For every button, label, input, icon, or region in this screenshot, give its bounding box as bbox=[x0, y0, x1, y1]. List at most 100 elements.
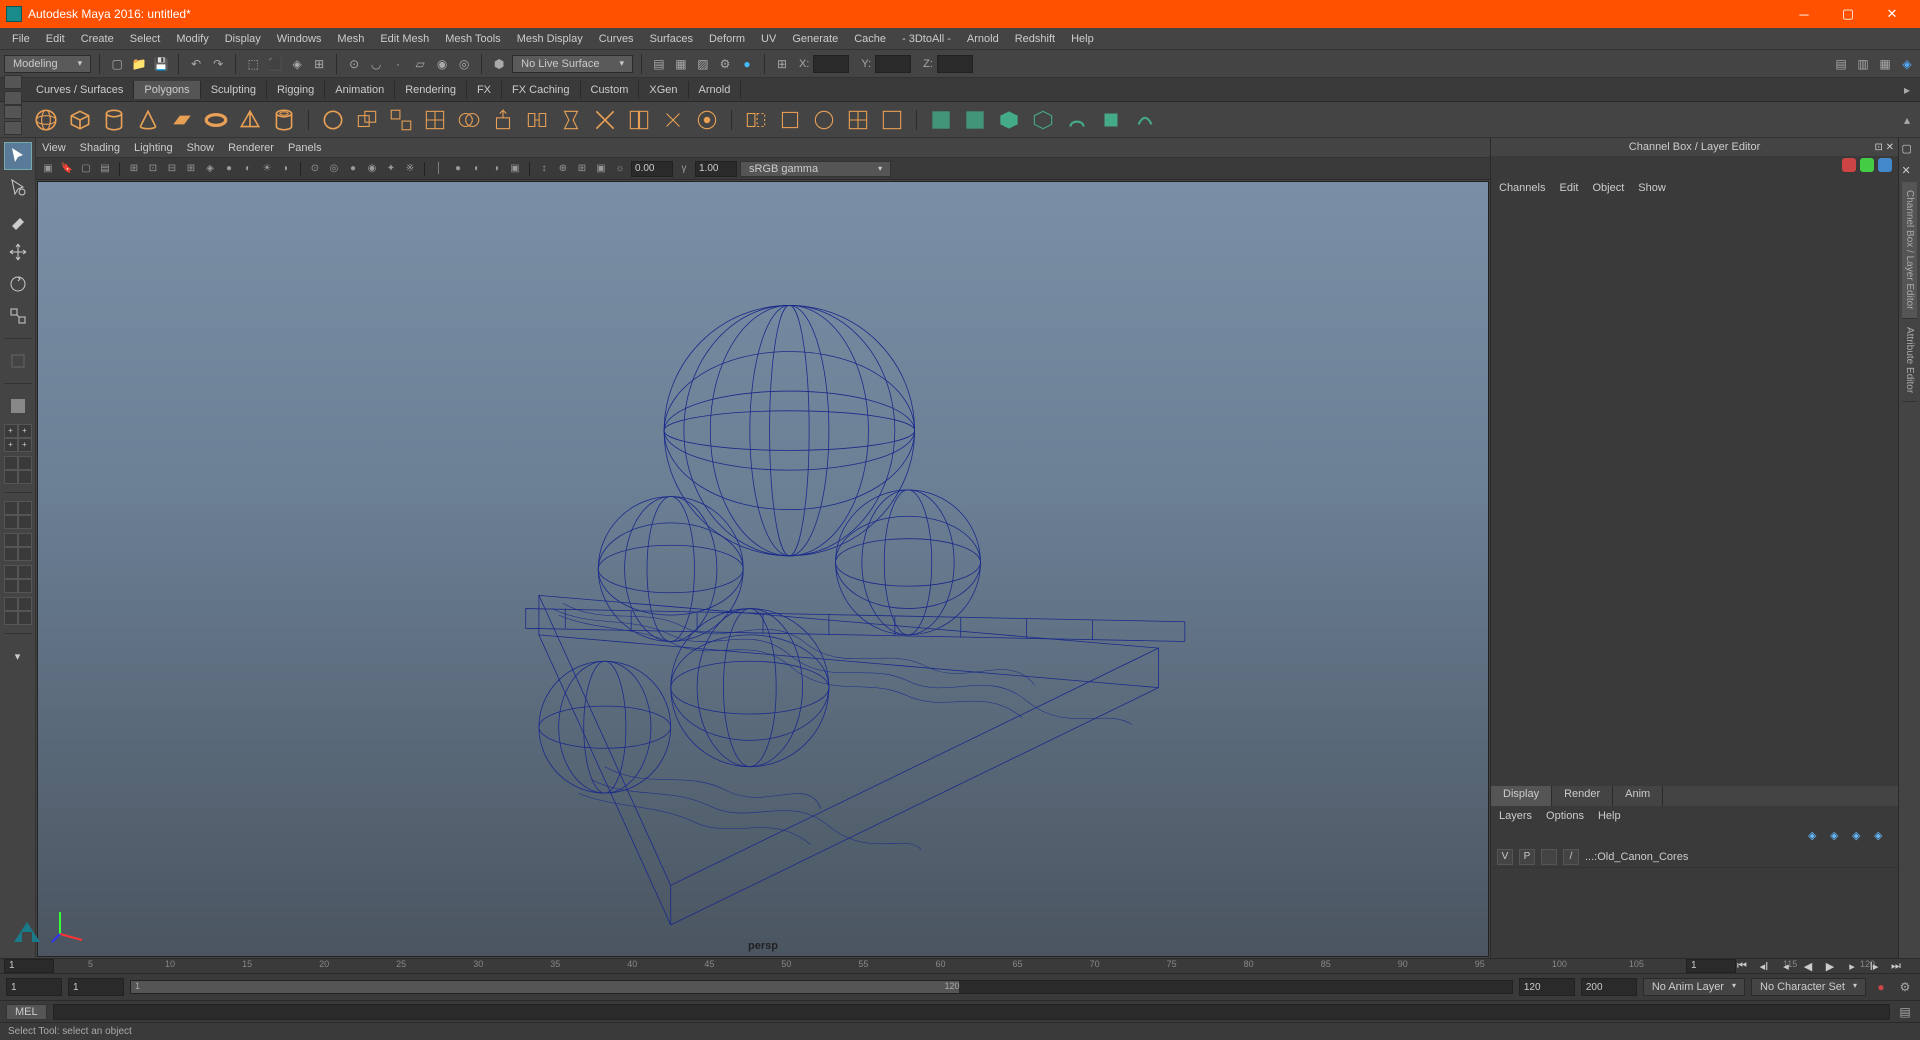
sidebar-toggle-4[interactable]: ◈ bbox=[1898, 55, 1916, 73]
move-tool[interactable] bbox=[4, 238, 32, 266]
side-top-icon-2[interactable]: ✕ bbox=[1902, 164, 1918, 178]
live-surface-dropdown[interactable]: No Live Surface bbox=[512, 55, 633, 73]
menu-create[interactable]: Create bbox=[73, 31, 122, 47]
menu-generate[interactable]: Generate bbox=[784, 31, 846, 47]
snap-grid-icon[interactable]: ⊙ bbox=[345, 55, 363, 73]
select-mode-icon[interactable]: ⬚ bbox=[244, 55, 262, 73]
xgen-icon-1[interactable] bbox=[927, 106, 955, 134]
last-tool[interactable] bbox=[4, 347, 32, 375]
pt-gizmo-icon[interactable]: ⊞ bbox=[574, 161, 590, 177]
pt-c3-icon[interactable]: ◑ bbox=[488, 161, 504, 177]
minimize-button[interactable]: ─ bbox=[1782, 0, 1826, 28]
rotate-tool[interactable] bbox=[4, 270, 32, 298]
shelf-opt-2[interactable] bbox=[4, 121, 22, 135]
menu-edit[interactable]: Edit bbox=[38, 31, 73, 47]
layer-icon-2[interactable]: ◈ bbox=[1830, 829, 1846, 843]
pt-isolate-icon[interactable]: ⊙ bbox=[307, 161, 323, 177]
pt-wireframe-icon[interactable]: ◈ bbox=[202, 161, 218, 177]
pt-aa-icon[interactable]: ✦ bbox=[383, 161, 399, 177]
poly-cylinder-icon[interactable] bbox=[100, 106, 128, 134]
menu-surfaces[interactable]: Surfaces bbox=[642, 31, 701, 47]
paint-select-tool[interactable] bbox=[4, 206, 32, 234]
shelf-tab-custom[interactable]: Custom bbox=[581, 81, 640, 99]
pt-shadow-icon[interactable]: ◗ bbox=[278, 161, 294, 177]
sidebar-toggle-3[interactable]: ▦ bbox=[1876, 55, 1894, 73]
panel-menu-show[interactable]: Show bbox=[187, 142, 215, 154]
poly-smooth-icon[interactable] bbox=[421, 106, 449, 134]
shelf-scroll-up-icon[interactable]: ▴ bbox=[1898, 111, 1916, 129]
poly-pyramid-icon[interactable] bbox=[236, 106, 264, 134]
channel-color-1[interactable] bbox=[1842, 158, 1856, 172]
menu-display[interactable]: Display bbox=[217, 31, 269, 47]
render-icon[interactable]: ▦ bbox=[672, 55, 690, 73]
layer-icon-1[interactable]: ◈ bbox=[1808, 829, 1824, 843]
side-top-icon-1[interactable]: ▢ bbox=[1902, 142, 1918, 156]
layout-preset-3[interactable] bbox=[4, 565, 32, 593]
poly-torus-icon[interactable] bbox=[202, 106, 230, 134]
channel-menu-channels[interactable]: Channels bbox=[1499, 182, 1545, 194]
range-out-input[interactable] bbox=[1519, 978, 1575, 996]
anim-layer-dropdown[interactable]: No Anim Layer bbox=[1643, 978, 1745, 996]
pt-light-icon[interactable]: ☀ bbox=[259, 161, 275, 177]
lasso-tool[interactable] bbox=[4, 174, 32, 202]
xgen-icon-5[interactable] bbox=[1063, 106, 1091, 134]
poly-insert-edge-icon[interactable] bbox=[625, 106, 653, 134]
maya-home-icon[interactable] bbox=[10, 916, 44, 950]
pt-shaded-icon[interactable]: ● bbox=[221, 161, 237, 177]
layout-grid-2[interactable] bbox=[4, 456, 32, 484]
layer-icon-4[interactable]: ◈ bbox=[1874, 829, 1890, 843]
pt-motion-icon[interactable]: ◉ bbox=[364, 161, 380, 177]
autokey-icon[interactable]: ● bbox=[1872, 978, 1890, 996]
panel-menu-shading[interactable]: Shading bbox=[80, 142, 120, 154]
poly-target-weld-icon[interactable] bbox=[693, 106, 721, 134]
panel-menu-view[interactable]: View bbox=[42, 142, 66, 154]
poly-plane-icon[interactable] bbox=[168, 106, 196, 134]
pt-c4-icon[interactable]: ▣ bbox=[507, 161, 523, 177]
pt-sep-icon[interactable]: │ bbox=[431, 161, 447, 177]
pt-gamma-input[interactable] bbox=[695, 161, 737, 177]
ipr-render-icon[interactable]: ▨ bbox=[694, 55, 712, 73]
play-fwd-icon[interactable]: ▶ bbox=[1820, 957, 1840, 975]
shelf-edit-icon[interactable] bbox=[4, 91, 22, 105]
shelf-tab-sculpting[interactable]: Sculpting bbox=[201, 81, 267, 99]
menu-cache[interactable]: Cache bbox=[846, 31, 894, 47]
coord-z-input[interactable] bbox=[937, 55, 973, 73]
snap-point-icon[interactable]: · bbox=[389, 55, 407, 73]
panel-layout-icon[interactable]: ⊞ bbox=[773, 55, 791, 73]
pt-grid-icon[interactable]: ⊞ bbox=[126, 161, 142, 177]
layer-row[interactable]: V P / ...:Old_Canon_Cores bbox=[1491, 846, 1898, 868]
goto-end-icon[interactable]: ⏭ bbox=[1886, 957, 1906, 975]
viewport[interactable]: persp bbox=[37, 181, 1489, 957]
time-slider[interactable]: 1 51015202530354045505560657075808590951… bbox=[0, 958, 1920, 974]
layout-more[interactable]: ▾ bbox=[4, 642, 32, 670]
pt-gate-icon[interactable]: ⊡ bbox=[145, 161, 161, 177]
range-end-input[interactable] bbox=[1581, 978, 1637, 996]
layout-preset-4[interactable] bbox=[4, 597, 32, 625]
step-back-icon[interactable]: ◂ bbox=[1776, 957, 1796, 975]
layer-menu-help[interactable]: Help bbox=[1598, 810, 1621, 822]
layout-grid[interactable]: ++++ bbox=[4, 424, 32, 452]
xgen-icon-3[interactable] bbox=[995, 106, 1023, 134]
poly-quad-draw-icon[interactable] bbox=[844, 106, 872, 134]
close-button[interactable]: ✕ bbox=[1870, 0, 1914, 28]
menu-redshift[interactable]: Redshift bbox=[1007, 31, 1063, 47]
poly-boolean-icon[interactable] bbox=[455, 106, 483, 134]
shelf-tab-fx[interactable]: FX bbox=[467, 81, 502, 99]
range-slider-track[interactable]: 1120 bbox=[130, 980, 1513, 994]
coord-x-input[interactable] bbox=[813, 55, 849, 73]
shelf-tab-rendering[interactable]: Rendering bbox=[395, 81, 467, 99]
poly-crease-icon[interactable] bbox=[776, 106, 804, 134]
shelf-scroll-icon[interactable]: ▸ bbox=[1898, 81, 1916, 99]
poly-cone-icon[interactable] bbox=[134, 106, 162, 134]
maximize-button[interactable]: ▢ bbox=[1826, 0, 1870, 28]
layer-tab-render[interactable]: Render bbox=[1552, 786, 1613, 806]
pt-gamma-icon[interactable]: γ bbox=[676, 161, 692, 177]
poly-uv-icon[interactable] bbox=[878, 106, 906, 134]
layout-preset-1[interactable] bbox=[4, 501, 32, 529]
poly-separate-icon[interactable] bbox=[387, 106, 415, 134]
render-view-icon[interactable]: ● bbox=[738, 55, 756, 73]
poly-multicut-icon[interactable] bbox=[591, 106, 619, 134]
poly-cube-icon[interactable] bbox=[66, 106, 94, 134]
shelf-menu-icon[interactable] bbox=[4, 75, 22, 89]
save-scene-icon[interactable]: 💾 bbox=[152, 55, 170, 73]
